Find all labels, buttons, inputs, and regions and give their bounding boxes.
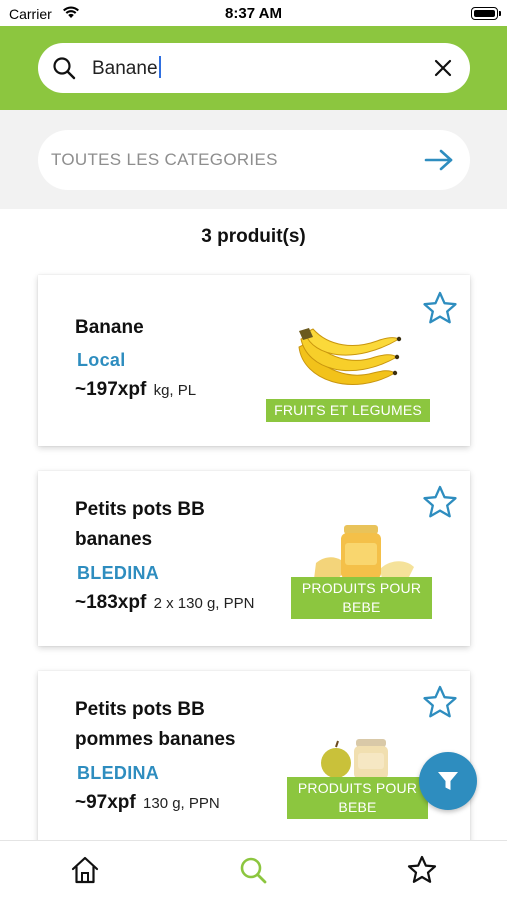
price-value: ~183xpf	[75, 592, 147, 613]
filter-icon	[438, 772, 458, 790]
product-price: ~183xpf 2 x 130 g, PPN	[75, 592, 254, 614]
status-bar: Carrier 8:37 AM	[0, 0, 507, 26]
arrow-right-icon	[424, 148, 454, 177]
results-count: 3 produit(s)	[201, 226, 306, 247]
star-icon[interactable]	[407, 855, 439, 887]
category-tag: PRODUITS POUR BEBE	[291, 577, 432, 619]
favorite-star-icon[interactable]	[422, 685, 458, 724]
favorite-star-icon[interactable]	[422, 485, 458, 524]
product-name: Banane	[75, 317, 144, 338]
favorite-star-icon[interactable]	[422, 291, 458, 330]
filter-button[interactable]	[419, 752, 477, 810]
category-tag: PRODUITS POUR BEBE	[287, 777, 428, 819]
search-icon	[52, 56, 76, 85]
product-name: Petits pots BB pommes bananes	[75, 699, 236, 750]
product-brand: BLEDINA	[77, 763, 160, 783]
home-icon[interactable]	[70, 855, 102, 887]
product-brand: BLEDINA	[77, 563, 160, 583]
product-card[interactable]: Petits pots BB bananes BLEDINA ~183xpf 2…	[38, 471, 470, 646]
app-screen: Carrier 8:37 AM Banane TOUTES LES CATEGO…	[0, 0, 507, 900]
price-unit: 2 x 130 g, PPN	[153, 595, 255, 612]
product-name: Petits pots BB bananes	[75, 499, 205, 550]
clock: 8:37 AM	[225, 5, 282, 22]
price-unit: kg, PL	[153, 382, 197, 399]
price-value: ~197xpf	[75, 379, 147, 400]
price-value: ~97xpf	[75, 792, 136, 813]
product-card[interactable]: Banane Local ~197xpf kg, PL FRUITS ET LE…	[38, 275, 470, 446]
product-brand: Local	[77, 350, 126, 370]
clear-search-icon[interactable]	[432, 57, 454, 84]
search-tab-icon[interactable]	[238, 855, 270, 887]
category-selector[interactable]: TOUTES LES CATEGORIES	[38, 130, 470, 190]
search-query: Banane	[92, 56, 161, 80]
banana-bunch-icon	[293, 325, 405, 404]
category-filter-band: TOUTES LES CATEGORIES	[0, 110, 507, 209]
product-price: ~197xpf kg, PL	[75, 379, 196, 401]
search-input[interactable]: Banane	[38, 43, 470, 93]
text-cursor	[158, 56, 161, 78]
price-unit: 130 g, PPN	[143, 795, 220, 812]
category-tag: FRUITS ET LEGUMES	[266, 399, 430, 422]
product-price: ~97xpf 130 g, PPN	[75, 792, 220, 814]
product-card[interactable]: Petits pots BB pommes bananes BLEDINA ~9…	[38, 671, 470, 846]
battery-icon	[471, 7, 501, 20]
tab-bar	[0, 840, 507, 900]
search-query-text: Banane	[92, 58, 158, 79]
search-header: Banane	[0, 26, 507, 110]
category-selector-label: TOUTES LES CATEGORIES	[51, 150, 278, 169]
